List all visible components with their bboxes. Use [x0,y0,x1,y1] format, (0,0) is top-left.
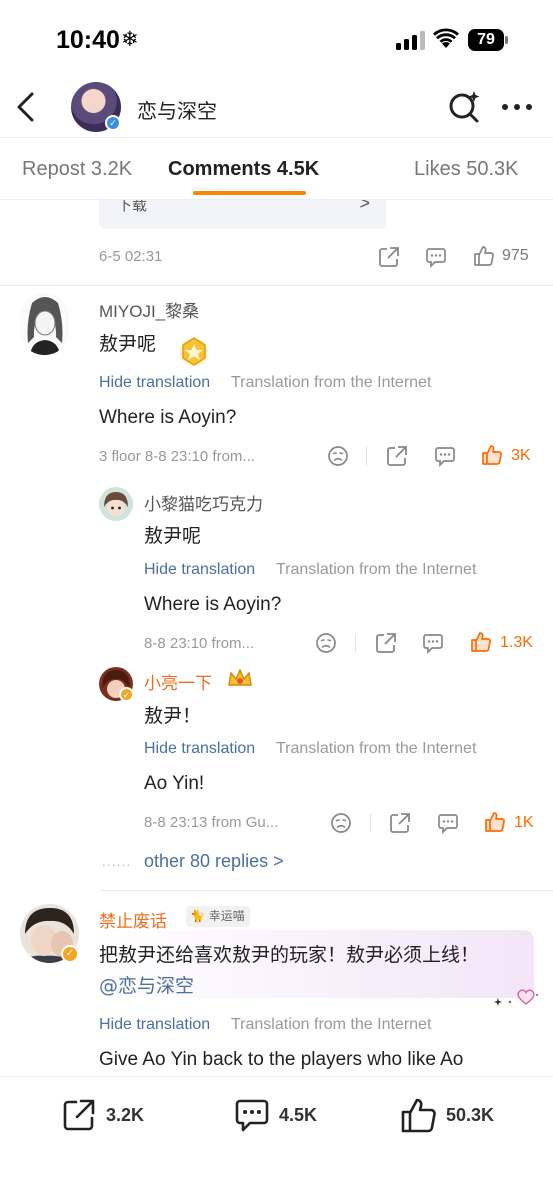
reply-icon[interactable] [434,445,456,467]
share-icon[interactable] [389,812,411,834]
user-avatar[interactable] [20,293,69,355]
reply-meta: 8-8 23:10 from... [144,635,255,652]
repost-button[interactable]: 3.2K [61,1097,144,1137]
dislike-emoji-icon[interactable] [327,445,349,467]
divider [99,890,553,891]
reply-icon[interactable] [437,812,459,834]
like-button[interactable]: 50.3K [400,1097,494,1137]
tab-repost[interactable]: Repost 3.2K [22,158,132,181]
divider [0,285,553,286]
post-header: ✓ 恋与深空 [0,78,553,138]
like-count: 1K [514,814,534,831]
hide-translation-link[interactable]: Hide translation [144,561,255,579]
reply-text: 敖尹呢 [144,525,202,547]
battery-tip [505,36,508,44]
liked-icon[interactable] [481,444,503,466]
search-icon[interactable] [447,90,481,124]
snowflake-icon: ❄ [121,27,139,51]
wifi-icon [433,28,459,48]
share-icon[interactable] [386,445,408,467]
comment-meta: 3 floor 8-8 23:10 from... [99,448,255,465]
battery-indicator: 79 [468,29,504,51]
comment-button[interactable]: 4.5K [234,1097,317,1137]
separator [366,447,367,465]
repost-count: 3.2K [106,1105,145,1125]
separator [355,634,356,652]
like-count: 50.3K [446,1105,495,1125]
hide-translation-link[interactable]: Hide translation [99,1016,210,1034]
reply-username[interactable]: 小黎猫吃巧克力 [144,490,263,515]
lucky-cat-badge: 🐈 幸运喵 [186,906,250,927]
hide-translation-link[interactable]: Hide translation [144,740,255,758]
comment-text: 把敖尹还给喜欢敖尹的玩家！敖尹必须上线！ [99,944,480,966]
comments-list[interactable]: 下载 > 6-5 02:31 975 MIYOJI_黎桑 敖尹呢 Hide tr… [0,200,553,1076]
translated-text: Give Ao Yin back to the players who like… [99,1049,464,1070]
crown-badge-icon [228,668,252,686]
translation-source: Translation from the Internet [276,561,477,578]
mention-link[interactable]: @恋与深空 [99,971,194,998]
author-name[interactable]: 恋与深空 [137,95,217,124]
clock: 10:40 [56,26,120,54]
repost-icon [63,1099,95,1131]
tab-likes[interactable]: Likes 50.3K [414,158,519,181]
translated-text: Ao Yin! [144,773,205,794]
dislike-emoji-icon[interactable] [330,812,352,834]
reply-username[interactable]: 小亮一下 [144,669,212,694]
like-count: 1.3K [500,634,533,651]
share-icon[interactable] [378,246,400,268]
liked-icon[interactable] [484,811,506,833]
translated-text: Where is Aoyin? [144,594,282,615]
reply-icon[interactable] [422,632,444,654]
comment-icon [235,1099,269,1132]
translation-source: Translation from the Internet [231,374,432,391]
more-options-icon[interactable] [499,95,535,119]
bottom-action-bar: 3.2K 4.5K 50.3K [0,1076,553,1200]
verified-badge-icon: ✓ [105,115,121,131]
active-tab-indicator [193,191,306,195]
translation-source: Translation from the Internet [231,1016,432,1033]
tab-comments[interactable]: Comments 4.5K [168,158,319,181]
more-replies-link[interactable]: other 80 replies > [144,851,284,872]
download-card[interactable]: 下载 > [99,200,386,229]
back-arrow-icon[interactable] [12,90,42,124]
cat-icon: 🐈 [190,909,205,923]
download-card-label: 下载 [117,200,148,214]
comment-text: 敖尹呢 [99,333,157,355]
hide-translation-link[interactable]: Hide translation [99,374,210,392]
heart-sparkle-icon [494,989,538,1006]
status-bar: 10:40 ❄ 79 [0,0,553,80]
reply-meta: 8-8 23:13 from Gu... [144,814,279,831]
dislike-emoji-icon[interactable] [315,632,337,654]
reply-icon[interactable] [425,246,447,268]
chevron-right-icon: > [359,200,370,213]
like-count: 3K [511,447,531,464]
tab-bar: Repost 3.2K Comments 4.5K Likes 50.3K [0,150,553,200]
verified-badge-icon: ✓ [61,945,79,963]
more-replies-dots: ...... [102,853,132,869]
comment-count: 4.5K [279,1105,318,1125]
gold-badge-icon [180,337,208,366]
separator [370,814,371,832]
like-thumb-icon [401,1098,436,1133]
badge-label: 幸运喵 [208,909,245,923]
translated-text: Where is Aoyin? [99,407,237,428]
verified-badge-icon: ✓ [119,687,134,702]
cellular-signal-icon [396,31,425,50]
reply-avatar[interactable] [99,487,133,521]
like-count: 975 [502,247,529,264]
share-icon[interactable] [375,632,397,654]
comment-username[interactable]: MIYOJI_黎桑 [99,297,199,322]
liked-icon[interactable] [470,631,492,653]
like-icon[interactable] [473,245,495,267]
comment-username[interactable]: 禁止废话 [99,907,167,932]
reply-text: 敖尹！ [144,705,202,727]
translation-source: Translation from the Internet [276,740,477,757]
comment-timestamp: 6-5 02:31 [99,248,163,265]
